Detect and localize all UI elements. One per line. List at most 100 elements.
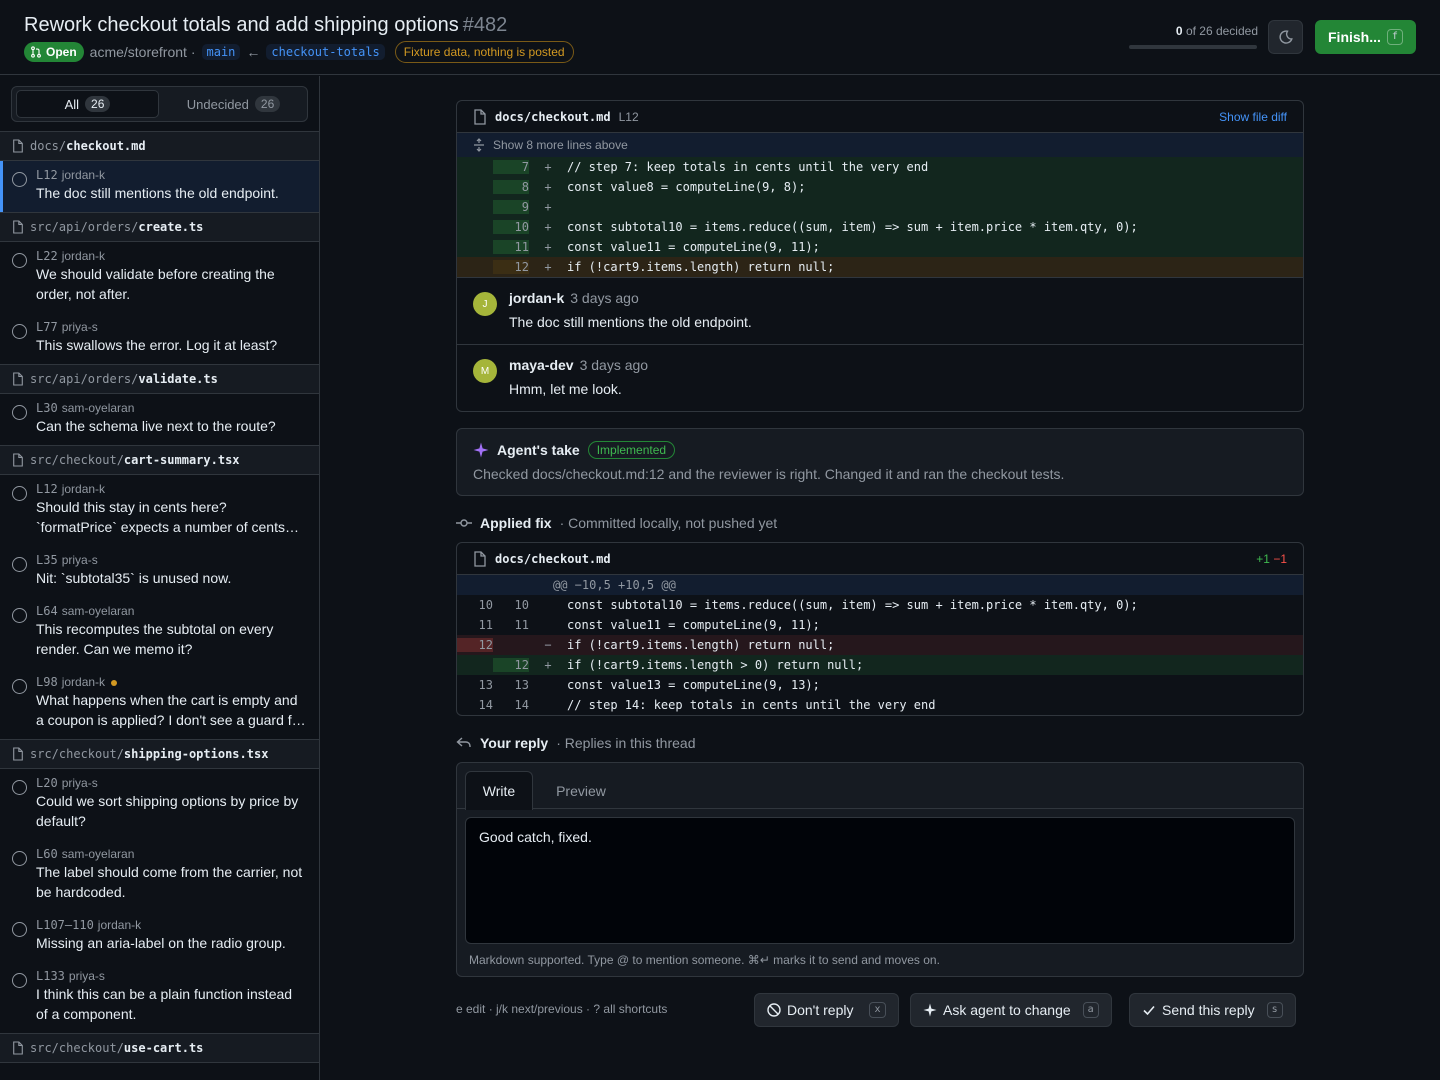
filter-tab-all[interactable]: All 26	[16, 90, 159, 118]
send-reply-button[interactable]: Send this reply s	[1129, 993, 1296, 1027]
file-icon	[13, 1041, 23, 1055]
comment-author: priya-s	[68, 969, 105, 983]
reply-hint: Markdown supported. Type @ to mention so…	[469, 953, 940, 967]
comment-text: Could we sort shipping options by price …	[36, 793, 299, 829]
your-reply-heading: Your reply · Replies in this thread	[456, 732, 1304, 754]
diff-sign: +	[544, 658, 552, 672]
code-line: 12 − if (!cart9.items.length) return null;	[457, 635, 1303, 655]
applied-fix-subtitle: · Committed locally, not pushed yet	[559, 515, 778, 531]
pr-meta: Open acme/storefront · main ← checkout-t…	[24, 41, 574, 63]
ask-agent-shortcut: a	[1082, 1002, 1099, 1018]
comment-meta: L20 priya-s	[36, 776, 307, 790]
comment-item[interactable]: L107–110 jordan-k Missing an aria-label on…	[0, 911, 319, 962]
reply-input[interactable]	[465, 817, 1295, 944]
comment-item[interactable]: L20 priya-s Could we sort shipping options…	[0, 769, 319, 840]
comment-text: The label should come from the carrier, …	[36, 864, 303, 900]
line-number-old: 12	[457, 638, 493, 652]
ask-agent-button[interactable]: Ask agent to change a	[910, 993, 1112, 1027]
finish-button[interactable]: Finish... f	[1315, 20, 1416, 54]
repo-name[interactable]: acme/storefront ·	[90, 44, 196, 60]
thread-file-name[interactable]: docs/checkout.md	[495, 110, 611, 124]
head-branch[interactable]: checkout-totals	[266, 44, 385, 60]
line-number-new: 12	[493, 658, 529, 672]
comment-item[interactable]: L60 sam-oyelaran The label should come fro…	[0, 840, 319, 911]
file-group-header[interactable]: src/checkout/cart-summary.tsx	[0, 445, 319, 475]
line-number-old: 13	[478, 678, 493, 692]
comment-item[interactable]: L98 jordan-k What happens when the cart is…	[0, 668, 319, 739]
comment-item[interactable]: L12 jordan-k The doc still mentions the ol…	[0, 161, 319, 212]
comment-header: jordan-k 3 days ago	[509, 290, 1287, 306]
comment-time: 3 days ago	[570, 290, 639, 306]
file-group-header[interactable]: src/api/orders/validate.ts	[0, 364, 319, 394]
line-number: 10	[493, 220, 529, 234]
avatar[interactable]: J	[473, 292, 497, 316]
diff-sign: +	[544, 220, 552, 234]
code-line: 13 13 const value13 = computeLine(9, 13);	[457, 675, 1303, 695]
comment-item[interactable]: L22 jordan-k We should validate before cre…	[0, 242, 319, 313]
decided-count: 0	[1175, 24, 1183, 38]
thread-panel: docs/checkout.md L12 Show file diff Show…	[456, 100, 1304, 977]
dont-reply-label: Don't reply	[787, 1002, 854, 1018]
code-line: 11 11 const value11 = computeLine(9, 11);	[457, 615, 1303, 635]
file-path: src/checkout/use-cart.ts	[30, 1041, 203, 1055]
thread-code: 7 + // step 7: keep totals in cents until …	[457, 157, 1303, 277]
comment-item[interactable]: L30 sam-oyelaran Can the schema live next …	[0, 394, 319, 445]
line-number: 12	[493, 260, 529, 274]
code-text: const value11 = computeLine(9, 11);	[567, 240, 820, 254]
code-line: 14 14 // step 14: keep totals in cents unt…	[457, 695, 1303, 715]
dont-reply-shortcut: x	[869, 1002, 886, 1018]
base-branch[interactable]: main	[201, 44, 241, 60]
comment-text: We should validate before creating the o…	[36, 266, 275, 302]
show-file-diff-link[interactable]: Show file diff	[1219, 110, 1287, 124]
comment-item[interactable]: L12 jordan-k Should this stay in cents her…	[0, 475, 319, 546]
file-path: src/checkout/cart-summary.tsx	[30, 453, 240, 467]
applied-fix-title: Applied fix	[480, 515, 552, 531]
reply-editor: Write Preview Markdown supported. Type @…	[456, 762, 1304, 977]
comment-author: jordan-k	[61, 675, 106, 689]
decided-counter: 0 of 26 decided	[1128, 24, 1258, 38]
file-group-header[interactable]: src/api/orders/create.ts	[0, 212, 319, 242]
line-number-new: 14	[514, 698, 529, 712]
unread-dot-icon	[111, 679, 118, 686]
action-bar: e edit · j/k next/previous · ? all short…	[456, 993, 1304, 1027]
comment-item[interactable]: L133 priya-s I think this can be a plain f…	[0, 962, 319, 1033]
fixture-notice: Fixture data, nothing is posted	[394, 41, 574, 63]
comment-header: maya-dev 3 days ago	[509, 357, 1287, 373]
tab-write[interactable]: Write	[465, 771, 533, 810]
thread-file-header: docs/checkout.md L12 Show file diff	[457, 101, 1303, 133]
file-dir: src/checkout/	[30, 747, 124, 761]
send-reply-shortcut: s	[1266, 1002, 1283, 1018]
file-group-header[interactable]: src/checkout/use-cart.ts	[0, 1033, 319, 1063]
comment-author: sam-oyelaran	[61, 847, 135, 861]
comment-item[interactable]: L77 priya-s This swallows the error. Log i…	[0, 313, 319, 364]
comment-text: Missing an aria-label on the radio group…	[36, 935, 286, 951]
dont-reply-button[interactable]: Don't reply x	[754, 993, 899, 1027]
undecided-circle-icon	[12, 557, 27, 572]
filter-tab-undecided[interactable]: Undecided 26	[162, 90, 305, 118]
comment-author[interactable]: maya-dev	[509, 357, 574, 373]
file-name: checkout.md	[66, 139, 146, 153]
comment-text: Nit: `subtotal35` is unused now.	[36, 570, 232, 586]
comment-item[interactable]: L35 priya-s Nit: `subtotal35` is unused no…	[0, 546, 319, 597]
agent-take-card: Agent's take Implemented Checked docs/ch…	[456, 428, 1304, 496]
comment-meta: L60 sam-oyelaran	[36, 847, 307, 861]
file-dir: src/api/orders/	[30, 220, 139, 234]
comment-meta: L30 sam-oyelaran	[36, 401, 307, 415]
comment-line: L60	[36, 847, 58, 861]
send-reply-label: Send this reply	[1162, 1002, 1255, 1018]
comment-line: L107–110	[36, 918, 94, 932]
comment-author[interactable]: jordan-k	[509, 290, 564, 306]
comment-item[interactable]: L64 sam-oyelaran This recomputes the subto…	[0, 597, 319, 668]
undecided-circle-icon	[12, 172, 27, 187]
file-group-header[interactable]: src/checkout/shipping-options.tsx	[0, 739, 319, 769]
shortcuts-hint: e edit · j/k next/previous · ? all short…	[456, 1002, 668, 1016]
file-group-header[interactable]: docs/checkout.md	[0, 131, 319, 161]
theme-toggle-button[interactable]	[1268, 20, 1303, 54]
avatar[interactable]: M	[473, 359, 497, 383]
fix-file-name[interactable]: docs/checkout.md	[495, 552, 611, 566]
filter-tab-label: All	[64, 96, 80, 112]
tab-preview[interactable]: Preview	[543, 771, 619, 810]
expand-lines-button[interactable]: Show 8 more lines above	[457, 133, 1303, 157]
applied-fix-diff: docs/checkout.md +1 −1 @@ −10,5 +10,5 @@…	[456, 542, 1304, 716]
file-path: src/api/orders/create.ts	[30, 220, 203, 234]
